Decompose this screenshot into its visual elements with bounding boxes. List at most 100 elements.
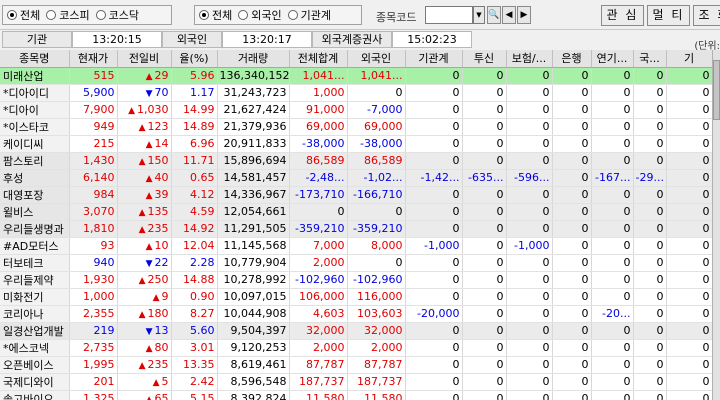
col-header-rate[interactable]: 율(%) [171,50,218,68]
inst-cell: 0 [405,288,463,306]
col-header-price[interactable]: 현재가 [69,50,118,68]
total-cell: 69,000 [289,118,348,136]
table-row[interactable]: 코리아나 2,355 ▲ 180 8.27 10,044,908 4,603 103,603-… [0,305,712,323]
change-value: 123 [147,120,169,133]
change-value: 14 [154,137,169,150]
col-header-etc[interactable]: 기 [666,50,712,68]
col-header-insurance[interactable]: 보험/... [506,50,553,68]
table-row[interactable]: 후성 6,140 ▲ 40 0.65 14,581,457 -2,48... -1,02...… [0,169,712,187]
col-header-trust[interactable]: 투신 [462,50,507,68]
stock-name-cell: 터보테크 [0,254,70,272]
col-header-bank[interactable]: 은행 [552,50,592,68]
table-row[interactable]: 우리들생명과 1,810 ▲ 235 14.92 11,291,505 -359,210 -3… [0,220,712,238]
etc-cell: 0 [666,356,712,374]
stock-name-cell: 대영포장 [0,186,70,204]
vertical-scrollbar[interactable] [712,50,720,400]
col-header-volume[interactable]: 거래량 [217,50,290,68]
rate-cell: 4.59 [171,203,218,221]
table-row[interactable]: *디아이디 5,900 ▼ 70 1.17 31,243,723 1,000 0 0 0 0 0 0 0 0 [0,84,712,102]
pension-cell: 0 [591,220,634,238]
stock-name-cell: 후성 [0,169,70,187]
col-header-foreign[interactable]: 외국인 [347,50,406,68]
market-radio-kospi[interactable]: 코스피 [46,7,90,23]
investor-radio-foreign[interactable]: 외국인 [238,7,282,23]
col-header-name[interactable]: 종목명 [0,50,70,68]
table-row[interactable]: 솔고바이오 1,325 ▲ 65 5.15 8,392,824 11,580 11,580 0 0… [0,390,712,400]
prev-button[interactable]: ◀ [502,6,516,24]
stock-code-input[interactable] [425,6,473,24]
nat-cell: 0 [633,390,667,400]
total-cell: 106,000 [289,288,348,306]
table-row[interactable]: 미화전기 1,000 ▲ 9 0.90 10,097,015 106,000 116,000 0… [0,288,712,306]
next-button[interactable]: ▶ [517,6,531,24]
stock-name-cell: *디아이 [0,101,70,119]
bank-cell: 0 [552,101,592,119]
table-row[interactable]: 미래산업 515 ▲ 29 5.96 136,340,152 1,041... 1,041..… [0,67,712,85]
price-cell: 5,900 [69,84,118,102]
col-header-national[interactable]: 국... [633,50,667,68]
pension-cell: 0 [591,118,634,136]
search-button[interactable]: 🔍 [487,6,501,24]
radio-dot-icon [238,10,249,20]
table-row[interactable]: 일경산업개발 219 ▼ 13 5.60 9,504,397 32,000 32,000 0 0 0… [0,322,712,340]
total-cell: 4,603 [289,305,348,323]
query-button[interactable]: 조 회 [693,5,720,26]
table-row[interactable]: *에스코넥 2,735 ▲ 80 3.01 9,120,253 2,000 2,000 0 0 0 0… [0,339,712,357]
trust-cell: 0 [462,203,507,221]
total-cell: 11,580 [289,390,348,400]
arrow-up-icon: ▲ [138,157,146,167]
investor-radio-institution[interactable]: 기관계 [287,7,331,23]
chevron-down-icon: ▼ [476,11,482,19]
ins-cell: -596... [506,169,553,187]
bank-cell: 0 [552,305,592,323]
market-radio-all[interactable]: 전체 [7,7,40,23]
rate-cell: 14.88 [171,271,218,289]
table-row[interactable]: *이스타코 949 ▲ 123 14.89 21,379,936 69,000 69,000 0… [0,118,712,136]
change-value: 10 [154,239,169,252]
market-radio-kosdaq[interactable]: 코스닥 [95,7,139,23]
etc-cell: 0 [666,254,712,272]
foreign-cell: 2,000 [347,339,406,357]
col-header-total[interactable]: 전체합계 [289,50,348,68]
ins-cell: 0 [506,152,553,170]
change-cell: ▲ 5 [117,373,172,391]
inst-cell: -20,000 [405,305,463,323]
stock-code-dropdown[interactable]: ▼ [473,6,485,24]
table-row[interactable]: 국제디와이 201 ▲ 5 2.42 8,596,548 187,737 187,737 0 0 0… [0,373,712,391]
foreign-time-label: 외국인 [162,31,222,48]
foreign-cell: 69,000 [347,118,406,136]
bank-cell: 0 [552,288,592,306]
col-header-change[interactable]: 전일비 [117,50,172,68]
table-row[interactable]: 대영포장 984 ▲ 39 4.12 14,336,967 -173,710 -166,710… [0,186,712,204]
rate-cell: 0.90 [171,288,218,306]
table-row[interactable]: 터보테크 940 ▼ 22 2.28 10,779,904 2,000 0 0 0 0 0 0 0 0 [0,254,712,272]
bank-cell: 0 [552,220,592,238]
table-row[interactable]: 팜스토리 1,430 ▲ 150 11.71 15,896,694 86,589 86,589… [0,152,712,170]
table-row[interactable]: 케이디씨 215 ▲ 14 6.96 20,911,833 -38,000 -38,000 0 0… [0,135,712,153]
multi-button[interactable]: 멀 티 [647,5,690,26]
table-row[interactable]: 오픈베이스 1,995 ▲ 235 13.35 8,619,461 87,787 87,787… [0,356,712,374]
pension-cell: 0 [591,254,634,272]
col-header-pension[interactable]: 연기... [591,50,634,68]
investor-radio-all[interactable]: 전체 [199,7,232,23]
foreign-cell: -102,960 [347,271,406,289]
change-value: 22 [154,256,169,269]
etc-cell: 0 [666,84,712,102]
inst-cell: 0 [405,220,463,238]
table-row[interactable]: 윌비스 3,070 ▲ 135 4.59 12,054,661 0 0 0 0 0 0 0 0 0 [0,203,712,221]
table-row[interactable]: 우리들제약 1,930 ▲ 250 14.88 10,278,992 -102,960 -10… [0,271,712,289]
watchlist-button[interactable]: 관 심 [601,5,644,26]
nat-cell: 0 [633,101,667,119]
trust-cell: 0 [462,373,507,391]
change-value: 39 [154,188,169,201]
inst-cell: 0 [405,271,463,289]
nat-cell: 0 [633,67,667,85]
change-cell: ▲ 40 [117,169,172,187]
change-cell: ▲ 180 [117,305,172,323]
arrow-left-icon: ◀ [505,10,513,20]
scrollbar-thumb[interactable] [713,60,720,120]
table-row[interactable]: *디아이 7,900 ▲ 1,030 14.99 21,627,424 91,000 -7,0… [0,101,712,119]
col-header-institution[interactable]: 기관계 [405,50,463,68]
ins-cell: 0 [506,203,553,221]
table-row[interactable]: #AD모터스 93 ▲ 10 12.04 11,145,568 7,000 8,000 -1,0… [0,237,712,255]
